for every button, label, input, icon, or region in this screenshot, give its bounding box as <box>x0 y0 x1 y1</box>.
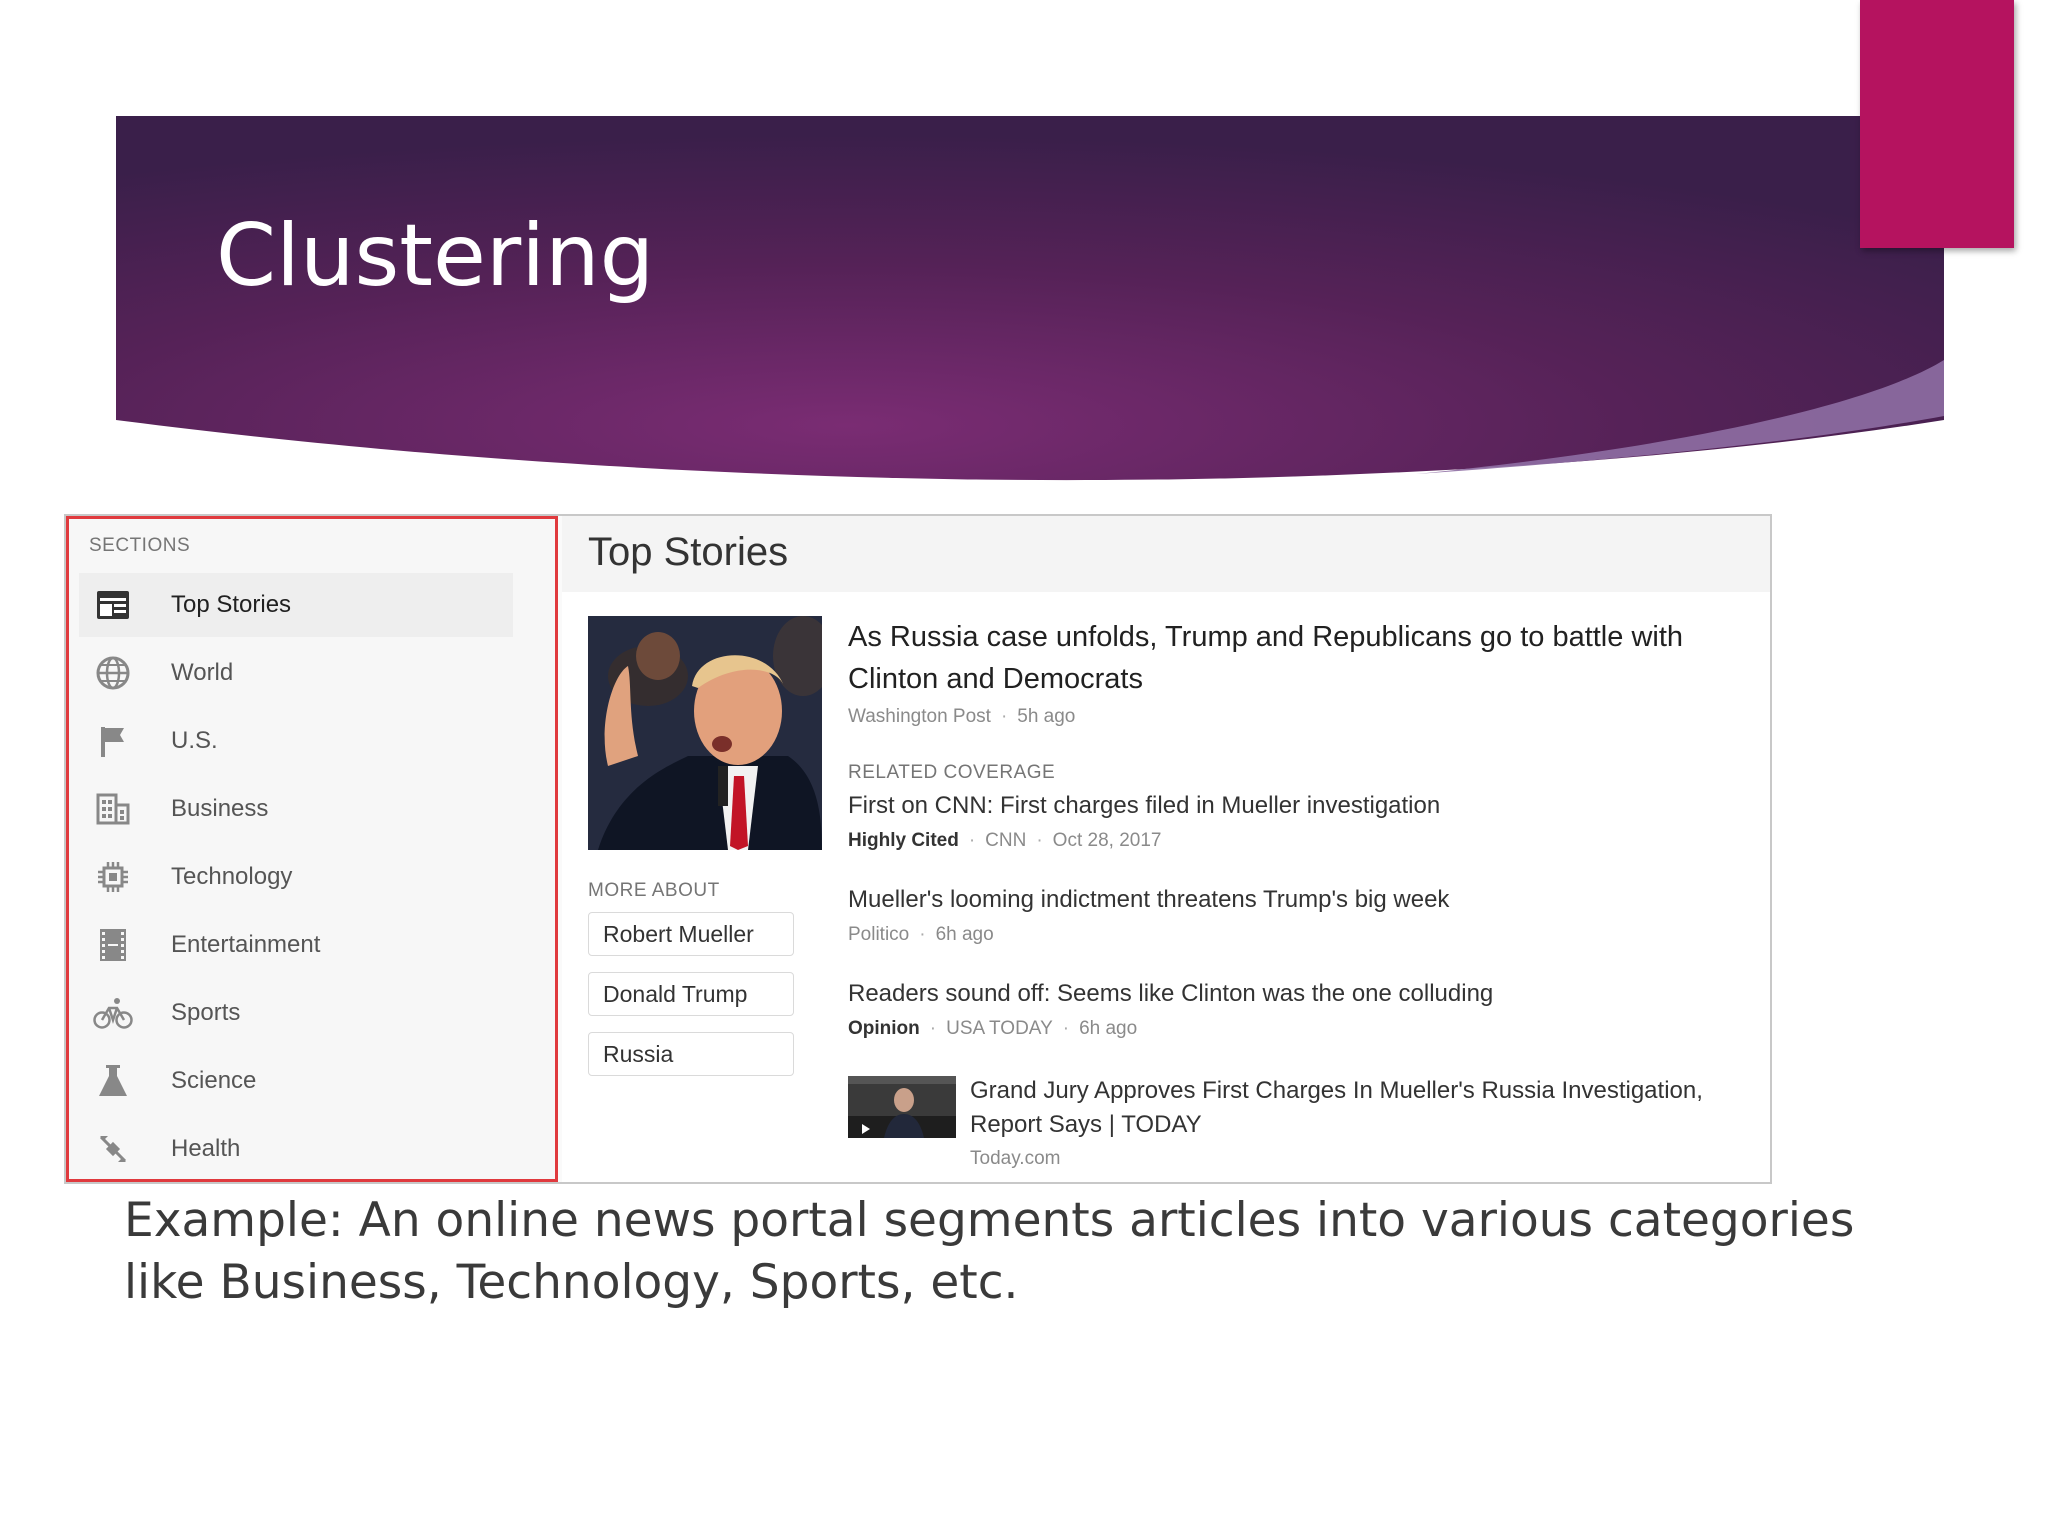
sidebar-item-label: Business <box>171 795 269 822</box>
related-story-link[interactable]: First on CNN: First charges filed in Mue… <box>848 792 1440 820</box>
panel-header: Top Stories <box>562 516 1770 592</box>
story-source[interactable]: Today.com <box>970 1148 1060 1169</box>
film-icon <box>93 925 133 965</box>
sidebar-item-sports[interactable]: Sports <box>79 981 513 1045</box>
related-coverage-heading: RELATED COVERAGE <box>848 762 1056 783</box>
sections-heading: SECTIONS <box>89 535 191 556</box>
slide: Clustering SECTIONS Top Stories World U.… <box>0 0 2048 1536</box>
health-icon <box>93 1129 133 1169</box>
sidebar-item-label: World <box>171 659 234 686</box>
sidebar-item-top-stories[interactable]: Top Stories <box>79 573 513 637</box>
accent-tab <box>1860 0 2014 248</box>
flask-icon <box>93 1061 133 1101</box>
story-photo[interactable] <box>588 616 822 850</box>
topic-chip-russia[interactable]: Russia <box>588 1032 794 1076</box>
sidebar-item-label: Top Stories <box>171 591 292 618</box>
panel-title: Top Stories <box>588 530 789 574</box>
story-tag: Opinion <box>848 1018 920 1039</box>
sidebar-item-label: Entertainment <box>171 931 321 958</box>
sidebar-item-science[interactable]: Science <box>79 1049 513 1113</box>
related-story-meta: Highly Cited · CNN · Oct 28, 2017 <box>848 830 1162 851</box>
building-icon <box>93 789 133 829</box>
sidebar-item-label: U.S. <box>171 727 218 754</box>
sidebar-item-technology[interactable]: Technology <box>79 845 513 909</box>
sections-sidebar: SECTIONS Top Stories World U.S. Business… <box>66 516 558 1182</box>
sidebar-item-label: Health <box>171 1135 241 1162</box>
slide-title: Clustering <box>216 206 655 306</box>
bicycle-icon <box>93 993 133 1033</box>
lead-story-headline[interactable]: As Russia case unfolds, Trump and Republ… <box>848 616 1748 700</box>
lead-story-meta: Washington Post · 5h ago <box>848 706 1076 727</box>
globe-icon <box>93 653 133 693</box>
chip-icon <box>93 857 133 897</box>
story-tag: Highly Cited <box>848 830 959 851</box>
related-story-meta: Politico · 6h ago <box>848 924 994 945</box>
newspaper-icon <box>93 585 133 625</box>
top-stories-panel: Top Stories MORE ABOUT Robert Mueller Do… <box>562 516 1770 1182</box>
related-story-meta: Today.com <box>970 1148 1060 1170</box>
video-thumbnail[interactable] <box>848 1076 956 1138</box>
related-story-meta: Opinion · USA TODAY · 6h ago <box>848 1018 1138 1039</box>
sidebar-item-business[interactable]: Business <box>79 777 513 841</box>
sidebar-item-world[interactable]: World <box>79 641 513 705</box>
flag-icon <box>93 721 133 761</box>
story-time: 5h ago <box>1017 706 1076 727</box>
story-source[interactable]: Washington Post <box>848 706 991 727</box>
related-story-link[interactable]: Grand Jury Approves First Charges In Mue… <box>970 1074 1730 1142</box>
sidebar-item-health[interactable]: Health <box>79 1117 513 1181</box>
story-time: Oct 28, 2017 <box>1052 830 1162 851</box>
story-source[interactable]: Politico <box>848 924 909 945</box>
sidebar-item-entertainment[interactable]: Entertainment <box>79 913 513 977</box>
slide-caption: Example: An online news portal segments … <box>124 1193 1855 1310</box>
related-story-link[interactable]: Mueller's looming indictment threatens T… <box>848 886 1449 914</box>
more-about-heading: MORE ABOUT <box>588 880 720 901</box>
story-source[interactable]: CNN <box>985 830 1026 851</box>
sidebar-item-us[interactable]: U.S. <box>79 709 513 773</box>
topic-chip-robert-mueller[interactable]: Robert Mueller <box>588 912 794 956</box>
story-time: 6h ago <box>935 924 994 945</box>
sidebar-item-label: Science <box>171 1067 257 1094</box>
story-time: 6h ago <box>1079 1018 1138 1039</box>
sidebar-item-label: Sports <box>171 999 241 1026</box>
topic-chip-donald-trump[interactable]: Donald Trump <box>588 972 794 1016</box>
story-source[interactable]: USA TODAY <box>946 1018 1053 1039</box>
related-story-link[interactable]: Readers sound off: Seems like Clinton wa… <box>848 980 1493 1008</box>
sidebar-item-label: Technology <box>171 863 293 890</box>
news-portal-screenshot: SECTIONS Top Stories World U.S. Business… <box>64 514 1772 1184</box>
